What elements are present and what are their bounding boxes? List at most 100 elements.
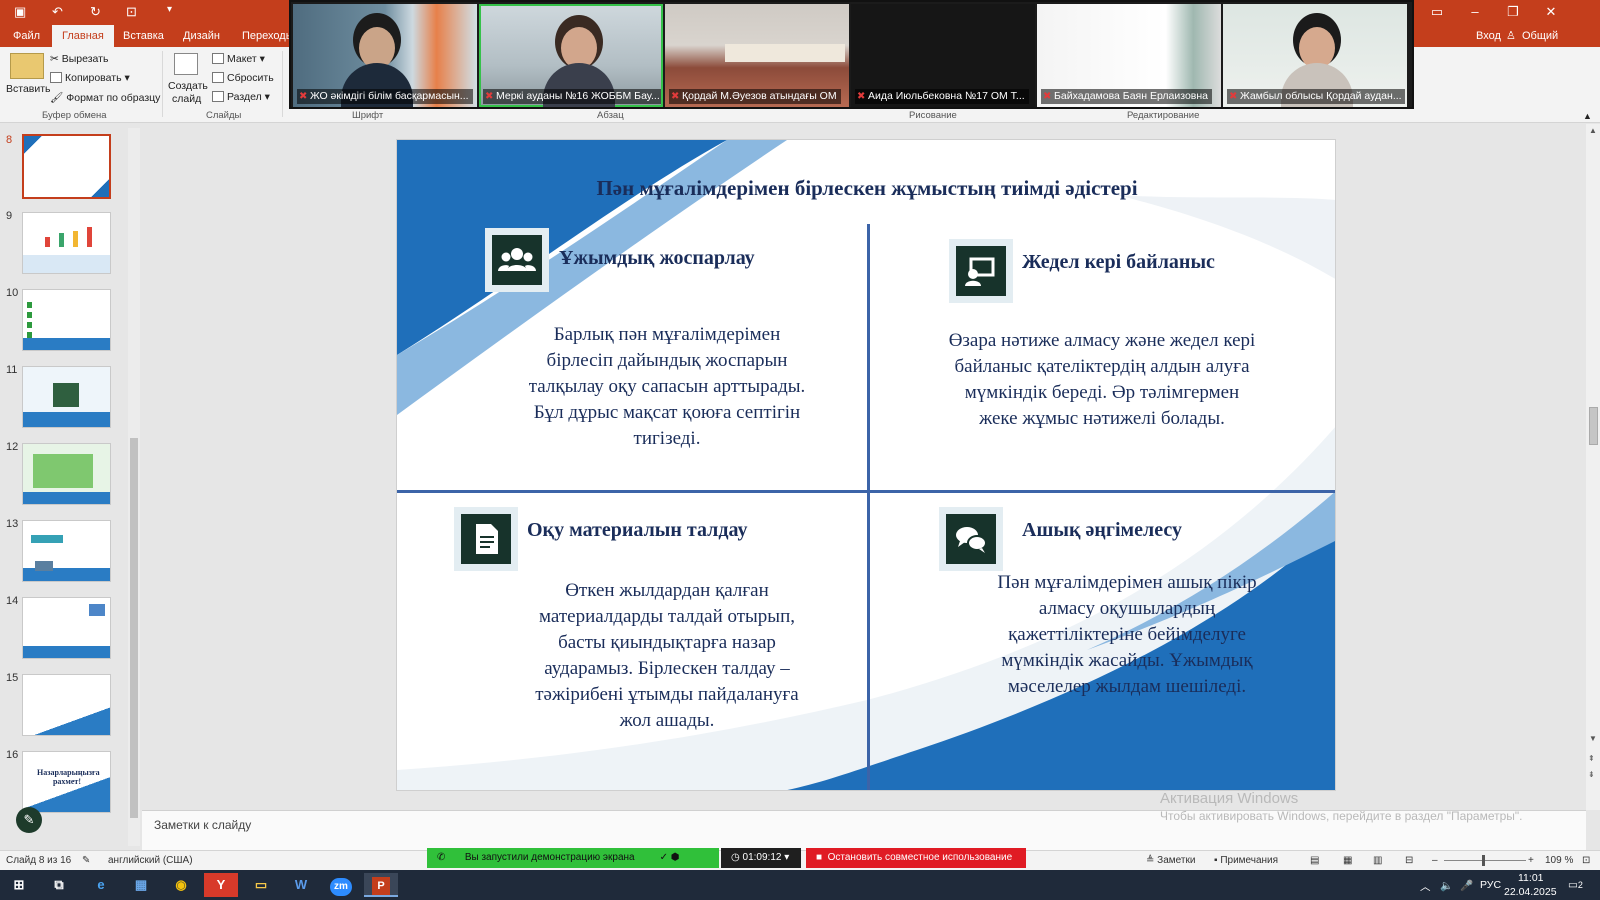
next-slide-icon[interactable]: ⇟ [1588,770,1595,779]
minimize-button[interactable]: – [1460,3,1490,21]
tab-file[interactable]: Файл [3,25,50,47]
calendar-icon[interactable]: ▦ [124,873,158,897]
language-indicator[interactable]: английский (США) [108,855,193,866]
zoom-slider-handle[interactable] [1482,855,1485,866]
notes-placeholder[interactable]: Заметки к слайду [154,818,251,832]
video-tile[interactable]: ✖ Аида Июльбековна №17 ОМ Т... [851,4,1035,107]
slide-number: 9 [6,210,13,222]
video-tile[interactable]: ✖ Байхадамова Баян Ерлаизовна [1037,4,1221,107]
restore-button[interactable]: ❐ [1498,3,1528,21]
zoom-slider[interactable] [1444,860,1526,861]
paste-icon[interactable] [10,53,44,79]
share-status[interactable]: ✆ Вы запустили демонстрацию экрана ✓ ⬢ [427,848,719,868]
quad-title[interactable]: Оқу материалын талдау [527,519,748,542]
comments-toggle[interactable]: ▪ Примечания [1214,855,1278,866]
layout-button[interactable]: Макет ▾ [212,53,265,65]
tab-design[interactable]: Дизайн [173,25,230,47]
start-icon[interactable]: ⊞ [2,873,36,897]
ribbon-separator [282,51,283,117]
copy-button[interactable]: Копировать ▾ [50,72,130,84]
file-explorer-icon[interactable]: ▭ [244,873,278,897]
video-tile[interactable]: ✖ ЖО әкімдігі білім басқармасын... [293,4,477,107]
slide-thumbnail[interactable]: Назарларыңызға рахмет! [22,751,111,813]
video-tile[interactable]: ✖ Қордай М.Әуезов атындағы ОМ [665,4,849,107]
microphone-icon[interactable]: 🎤 [1460,879,1473,892]
share-button[interactable]: ♙ Общий доступ [1500,25,1600,64]
fit-slide-icon[interactable]: ⊡ [1582,855,1590,866]
quad-title[interactable]: Ұжымдық жоспарлау [559,247,755,270]
share-timer[interactable]: ◷ 01:09:12 ▾ [721,848,801,868]
task-view-icon[interactable]: ⧉ [42,873,76,897]
slide-thumbnail[interactable] [22,289,111,351]
slide-thumbnail[interactable] [22,443,111,505]
volume-icon[interactable]: 🔈 [1440,879,1453,892]
quad-body[interactable]: Пән мұғалімдерімен ашық пікір алмасу оқуш… [937,570,1317,700]
edge-icon[interactable]: e [84,873,118,897]
reading-view-icon[interactable]: ▥ [1373,855,1382,866]
save-icon[interactable]: ▣ [14,4,26,20]
clock-date[interactable]: 22.04.2025 [1504,886,1557,898]
section-button[interactable]: Раздел ▾ [212,91,270,103]
slide-thumbnail[interactable] [22,212,111,274]
format-painter-label: Формат по образцу [66,92,161,104]
slide-thumbnail[interactable] [22,674,111,736]
chrome-icon[interactable]: ◉ [164,873,198,897]
video-tile-speaking[interactable]: ✖ Меркі ауданы №16 ЖОББМ Бау... [479,4,663,107]
clock-icon: ◷ [731,852,743,863]
word-icon[interactable]: W [284,873,318,897]
new-slide-label-2[interactable]: слайд [172,93,201,105]
notifications-icon[interactable]: ▭2 [1568,879,1583,891]
collapse-ribbon-icon[interactable]: ▲ [1583,111,1592,121]
document-icon [454,507,518,571]
new-slide-icon[interactable] [174,53,198,75]
spellcheck-icon[interactable]: ✎ [82,855,90,866]
zoom-level[interactable]: 109 % [1545,855,1573,866]
scroll-up-icon[interactable]: ▲ [1589,126,1597,135]
notes-toggle[interactable]: ≜ Заметки [1146,855,1195,866]
yandex-browser-icon[interactable]: Y [204,873,238,897]
slide-thumbnail[interactable] [22,366,111,428]
tab-home[interactable]: Главная [52,25,114,47]
tray-overflow-icon[interactable]: ︿ [1420,879,1431,894]
quad-title[interactable]: Ашық әңгімелесу [1022,519,1182,542]
pen-icon[interactable]: ✎ [16,807,42,833]
undo-icon[interactable]: ↶ [52,4,63,20]
reset-button[interactable]: Сбросить [212,72,274,84]
close-button[interactable]: ✕ [1536,3,1566,21]
slide-title[interactable]: Пән мұғалімдерімен бірлескен жұмыстың ти… [397,176,1335,201]
ribbon-display-icon[interactable]: ▭ [1422,3,1452,21]
scrollbar-thumb[interactable] [130,438,138,818]
quad-title[interactable]: Жедел кері байланыс [1022,251,1215,274]
stop-share-button[interactable]: ■ Остановить совместное использование [806,848,1026,868]
previous-slide-icon[interactable]: ⇞ [1588,754,1595,763]
customize-qat-icon[interactable]: ▾ [167,4,172,15]
quad-body[interactable]: Өткен жылдардан қалған материалдарды талд… [487,578,847,734]
slide-scrollbar[interactable]: ▲ ▼ ⇞ ⇟ [1586,124,1600,810]
redo-icon[interactable]: ↻ [90,4,101,20]
format-painter-button[interactable]: 🖌 Формат по образцу [50,91,160,104]
slideshow-icon[interactable]: ⊟ [1405,855,1413,866]
quad-body[interactable]: Өзара нәтиже алмасу және жедел кері байла… [902,328,1302,432]
language-indicator[interactable]: РУС [1480,879,1501,891]
zoom-in-icon[interactable]: + [1528,855,1534,866]
normal-view-icon[interactable]: ▤ [1310,855,1319,866]
powerpoint-icon[interactable]: P [364,873,398,897]
video-tile[interactable]: ✖ Жамбыл облысы Қордай аудан... [1223,4,1407,107]
slide[interactable]: Пән мұғалімдерімен бірлескен жұмыстың ти… [396,139,1336,791]
new-slide-button[interactable]: Создать [168,80,208,92]
slide-thumbnail[interactable] [22,134,111,199]
zoom-app-icon[interactable]: zm [324,873,358,897]
scrollbar-thumb[interactable] [1589,407,1598,445]
zoom-out-icon[interactable]: – [1432,855,1438,866]
present-icon[interactable]: ⊡ [126,4,137,20]
clock-time[interactable]: 11:01 [1518,872,1544,884]
slide-thumbnail[interactable] [22,597,111,659]
paste-button[interactable]: Вставить [6,83,51,95]
slide-thumbnail[interactable] [22,520,111,582]
scroll-down-icon[interactable]: ▼ [1589,734,1597,743]
cut-button[interactable]: ✂ Вырезать [50,53,108,65]
thumbnails-scrollbar[interactable] [128,128,140,846]
slide-sorter-icon[interactable]: ▦ [1343,855,1352,866]
quad-body[interactable]: Барлық пән мұғалімдерімен бірлесіп дайынд… [487,322,847,452]
tab-insert[interactable]: Вставка [113,25,174,47]
